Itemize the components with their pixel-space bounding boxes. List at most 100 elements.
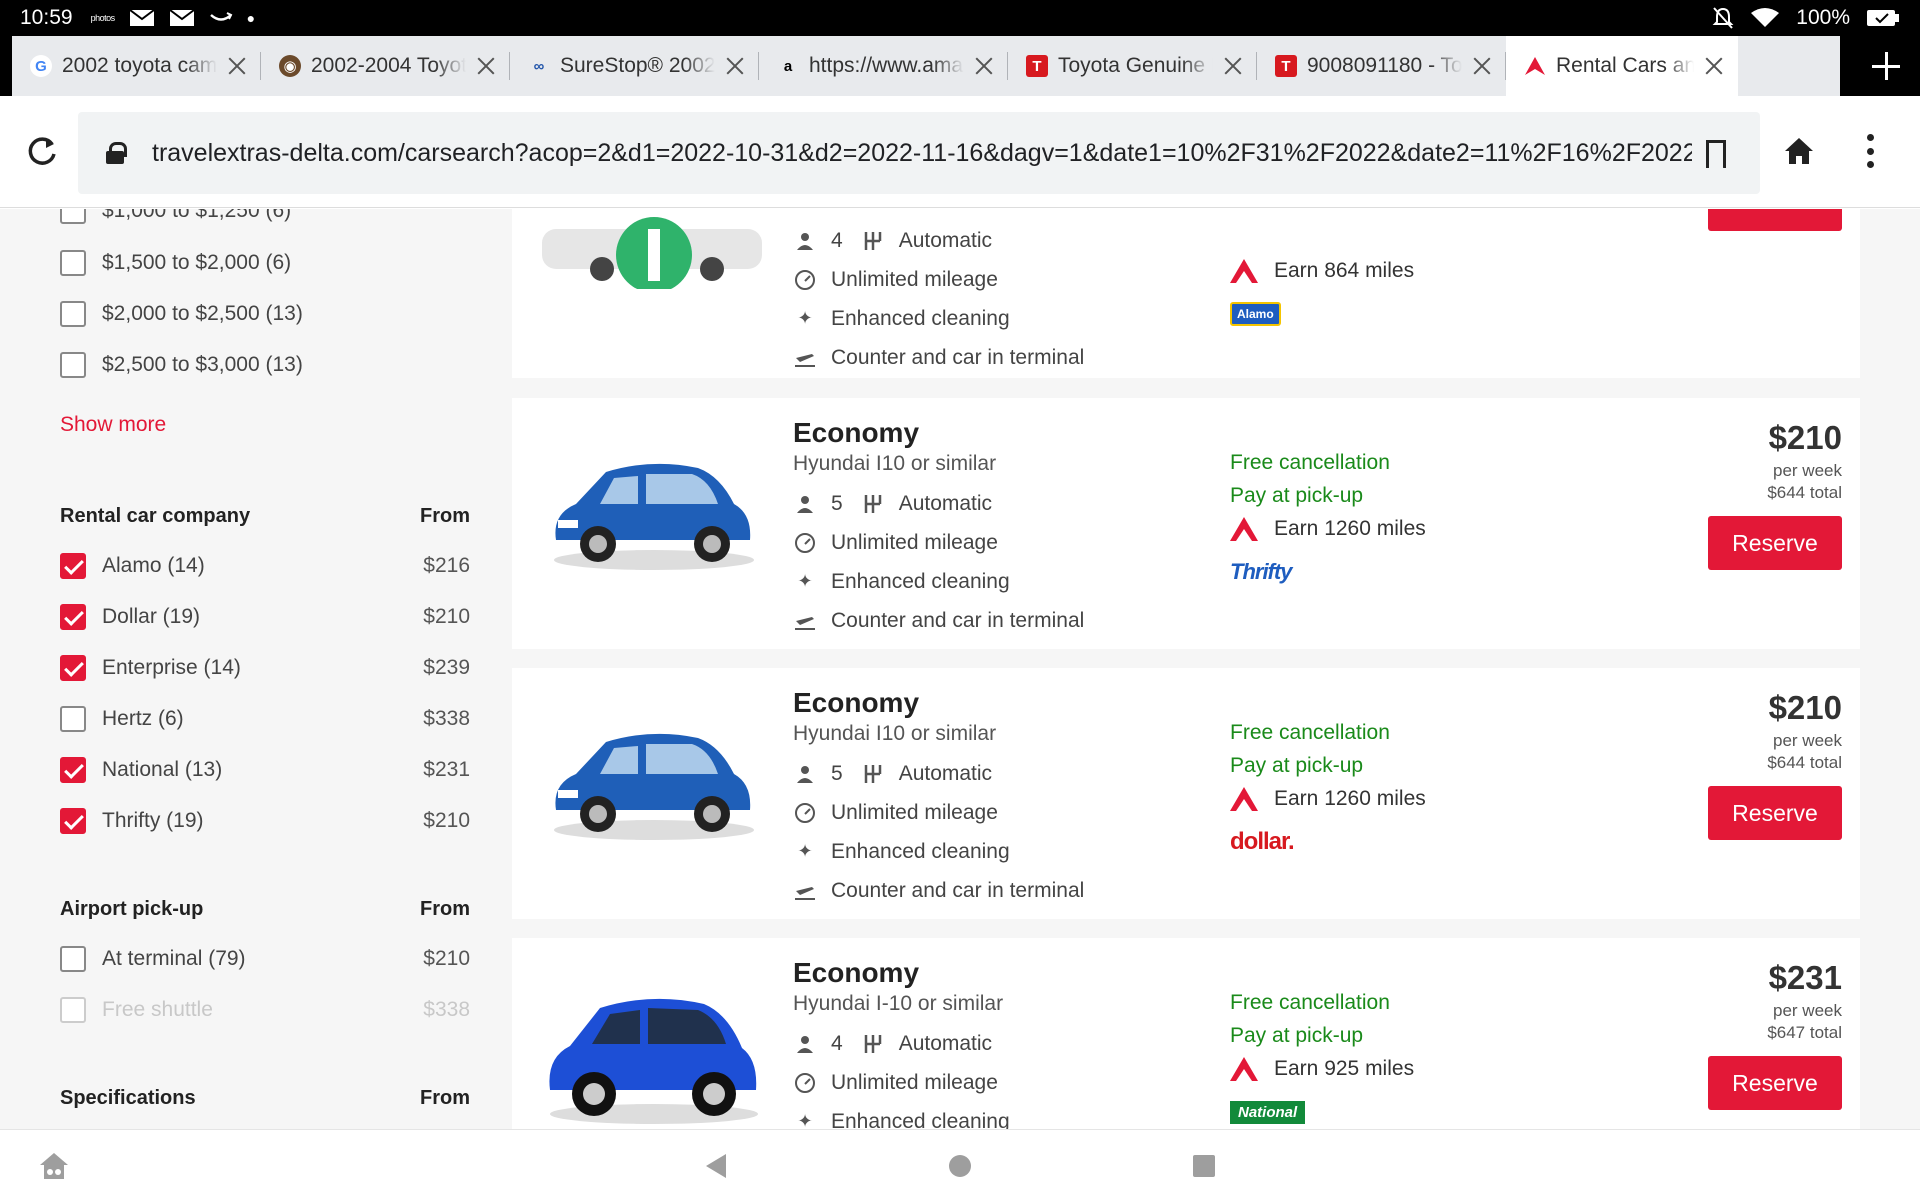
- price-total: $644 total: [1767, 483, 1842, 502]
- car-result-card: 4 Automatic Unlimited mileage ✦ Enhanced…: [512, 209, 1860, 378]
- filter-label: $2,500 to $3,000 (13): [102, 353, 303, 376]
- reserve-button[interactable]: Reserve: [1708, 1056, 1842, 1110]
- filter-heading-label: Specifications: [60, 1087, 196, 1109]
- checkbox-checked[interactable]: [60, 604, 86, 630]
- filter-price-2500-3000[interactable]: $2,500 to $3,000 (13): [60, 345, 470, 385]
- filter-price-2000-2500[interactable]: $2,000 to $2,500 (13): [60, 294, 470, 334]
- pay-at-pickup: Pay at pick-up: [1230, 754, 1364, 777]
- transmission-icon: [861, 492, 885, 516]
- transmission-type: Automatic: [898, 491, 993, 515]
- tab-google-search[interactable]: G 2002 toyota camry: [12, 36, 261, 96]
- url-text[interactable]: travelextras-delta.com/carsearch?acop=2&…: [152, 139, 1692, 168]
- thrifty-logo: Thrifty: [1230, 559, 1292, 584]
- tab-title: SureStop® 2002: [560, 54, 715, 77]
- filter-thrifty[interactable]: Thrifty (19) $210: [60, 801, 470, 841]
- speedometer-icon: [793, 531, 817, 555]
- filter-national[interactable]: National (13) $231: [60, 750, 470, 790]
- price: $210: [1768, 419, 1842, 456]
- more-menu-icon[interactable]: [1866, 134, 1874, 168]
- checkbox-checked[interactable]: [60, 553, 86, 579]
- wifi-icon: [1751, 8, 1780, 27]
- amazon-icon: a: [783, 57, 793, 75]
- back-icon[interactable]: [704, 1152, 728, 1180]
- price-block: $210 per week $644 total Reserve: [1622, 416, 1842, 570]
- capacity-row: 5 Automatic: [793, 484, 1233, 523]
- filter-price: $210: [423, 809, 470, 832]
- passenger-count: 4: [831, 228, 843, 252]
- checkbox[interactable]: [60, 250, 86, 276]
- status-bar: 10:59 photos ● 100%: [0, 0, 1920, 36]
- mileage-row: Unlimited mileage: [793, 260, 1233, 299]
- checkbox-checked[interactable]: [60, 757, 86, 783]
- checkbox-checked[interactable]: [60, 655, 86, 681]
- price-block: $210 per week $644 total Reserve: [1622, 686, 1842, 840]
- car-info: 4 Automatic Unlimited mileage ✦ Enhanced…: [793, 221, 1233, 377]
- battery-percent: 100%: [1796, 6, 1850, 29]
- filter-enterprise[interactable]: Enterprise (14) $239: [60, 648, 470, 688]
- delta-icon: [1230, 258, 1258, 283]
- checkbox-checked[interactable]: [60, 808, 86, 834]
- home-icon[interactable]: [1782, 134, 1816, 168]
- reserve-button[interactable]: [1708, 209, 1842, 231]
- checkbox[interactable]: [60, 706, 86, 732]
- tab-amazon[interactable]: a https://www.amazon: [759, 36, 1008, 96]
- pay-at-pickup: Pay at pick-up: [1230, 1024, 1364, 1047]
- filter-alamo[interactable]: Alamo (14) $216: [60, 546, 470, 586]
- checkbox[interactable]: [60, 352, 86, 378]
- recents-icon[interactable]: [1192, 1154, 1216, 1178]
- filter-price: $338: [423, 707, 470, 730]
- transmission-icon: [861, 229, 885, 253]
- filter-dollar[interactable]: Dollar (19) $210: [60, 597, 470, 637]
- checkbox[interactable]: [60, 946, 86, 972]
- close-icon[interactable]: [1470, 54, 1494, 78]
- sparkle-icon: ✦: [797, 841, 813, 861]
- free-cancellation: Free cancellation: [1230, 451, 1390, 474]
- car-class: Economy: [793, 687, 920, 718]
- reserve-button[interactable]: Reserve: [1708, 786, 1842, 840]
- close-icon[interactable]: [1702, 54, 1726, 78]
- reload-icon[interactable]: [24, 134, 60, 170]
- close-icon[interactable]: [972, 54, 996, 78]
- close-icon[interactable]: [723, 54, 747, 78]
- dollar-logo: dollar.: [1230, 828, 1295, 855]
- mileage-text: Unlimited mileage: [831, 530, 998, 554]
- bookmark-icon[interactable]: [1706, 140, 1726, 171]
- tab-toyota-parts[interactable]: ◉ 2002-2004 Toyota: [261, 36, 510, 96]
- price: $231: [1768, 959, 1842, 996]
- car-result-card: Economy Hyundai I-10 or similar 4 Automa…: [512, 938, 1860, 1129]
- home-launcher-icon[interactable]: [38, 1150, 70, 1182]
- close-icon[interactable]: [225, 54, 249, 78]
- tab-toyota-genuine[interactable]: T Toyota Genuine Parts: [1008, 36, 1257, 96]
- address-bar[interactable]: travelextras-delta.com/carsearch?acop=2&…: [78, 112, 1760, 194]
- lock-icon[interactable]: [106, 142, 127, 164]
- filter-label: Alamo (14): [102, 554, 205, 577]
- checkbox[interactable]: [60, 209, 86, 224]
- reserve-button[interactable]: Reserve: [1708, 516, 1842, 570]
- filter-hertz[interactable]: Hertz (6) $338: [60, 699, 470, 739]
- show-more-link[interactable]: Show more: [60, 413, 166, 437]
- tab-part-number[interactable]: T 9008091180 - Toyota: [1257, 36, 1506, 96]
- filter-label: Free shuttle: [102, 998, 213, 1021]
- close-icon[interactable]: [1221, 54, 1245, 78]
- filter-price: $210: [423, 947, 470, 970]
- filter-label: Dollar (19): [102, 605, 201, 628]
- transmission-type: Automatic: [898, 228, 993, 252]
- plane-icon: [793, 346, 817, 370]
- checkbox[interactable]: [60, 301, 86, 327]
- filter-price-1500-2000[interactable]: $1,500 to $2,000 (6): [60, 243, 470, 283]
- filter-heading-label: Rental car company: [60, 505, 251, 527]
- tab-rental-cars[interactable]: Rental Cars and: [1506, 36, 1738, 96]
- transmission-icon: [861, 762, 885, 786]
- location-row: Counter and car in terminal: [793, 601, 1233, 640]
- home-icon[interactable]: [948, 1154, 972, 1178]
- miles-text: Earn 925 miles: [1274, 1056, 1415, 1080]
- price-period: per week: [1773, 461, 1842, 480]
- close-icon[interactable]: [474, 54, 498, 78]
- delta-icon: [1230, 1056, 1258, 1081]
- filters-sidebar: $1,000 to $1,250 (6) $1,500 to $2,000 (6…: [0, 209, 500, 1129]
- tab-surestop[interactable]: ∞ SureStop® 2002: [510, 36, 759, 96]
- location-text: Counter and car in terminal: [831, 878, 1085, 902]
- new-tab-button[interactable]: [1866, 46, 1906, 86]
- filter-at-terminal[interactable]: At terminal (79) $210: [60, 939, 470, 979]
- filter-price-1000-1250[interactable]: $1,000 to $1,250 (6): [60, 209, 470, 231]
